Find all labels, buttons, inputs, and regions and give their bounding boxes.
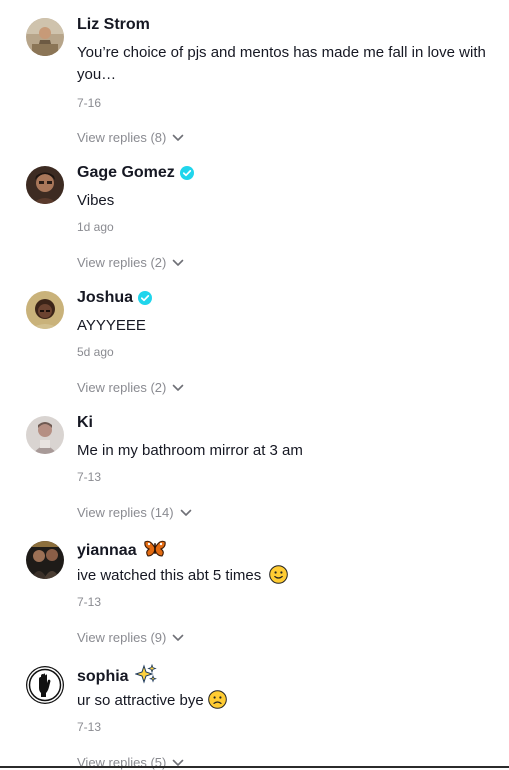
comment-text-content: ur so attractive bye [77, 692, 204, 709]
view-replies-label: View replies (2) [77, 255, 167, 270]
comment-date: 7-13 [77, 595, 102, 609]
avatar[interactable] [26, 18, 64, 56]
view-replies-button[interactable]: View replies (2) [77, 380, 184, 395]
comment-text: AYYYEEE [77, 317, 146, 334]
username-text[interactable]: Liz Strom [77, 16, 150, 34]
comment-date: 7-16 [77, 96, 102, 110]
verified-badge-icon [179, 166, 194, 180]
chevron-down-icon [172, 634, 184, 642]
view-replies-label: View replies (9) [77, 630, 167, 645]
slightly-frowning-face-icon [208, 690, 227, 716]
username-text[interactable]: Joshua [77, 289, 133, 307]
view-replies-label: View replies (8) [77, 130, 167, 145]
comment-text: Vibes [77, 192, 115, 209]
username-text[interactable]: yiannaa [77, 542, 137, 560]
avatar[interactable] [26, 416, 64, 454]
comment-text: ive watched this abt 5 times [77, 565, 487, 591]
avatar[interactable] [26, 291, 64, 329]
comment-text: ur so attractive bye [77, 690, 487, 716]
comment-username[interactable]: sophia [77, 663, 157, 689]
view-replies-button[interactable]: View replies (2) [77, 255, 184, 270]
username-text[interactable]: Gage Gomez [77, 164, 175, 182]
verified-badge-icon [138, 291, 153, 305]
comment-username[interactable]: Joshua [77, 289, 153, 307]
view-replies-button[interactable]: View replies (8) [77, 130, 184, 145]
comment-username[interactable]: Gage Gomez [77, 164, 194, 182]
comment-text: Me in my bathroom mirror at 3 am [77, 442, 303, 459]
avatar[interactable] [26, 166, 64, 204]
comment-text-content: ive watched this abt 5 times [77, 567, 262, 584]
bottom-divider [0, 766, 509, 768]
chevron-down-icon [172, 259, 184, 267]
view-replies-label: View replies (2) [77, 380, 167, 395]
comment-date: 7-13 [77, 470, 102, 484]
username-text[interactable]: sophia [77, 668, 129, 686]
comment-username[interactable]: Ki [77, 414, 93, 432]
comment-date: 5d ago [77, 345, 114, 359]
comment-date: 1d ago [77, 220, 114, 234]
view-replies-label: View replies (14) [77, 505, 174, 520]
comment-text: You’re choice of pjs and mentos has made… [77, 44, 486, 83]
avatar[interactable] [26, 541, 64, 579]
sparkles-emoji-icon [133, 663, 157, 689]
comment-username[interactable]: yiannaa [77, 539, 166, 562]
view-replies-button[interactable]: View replies (14) [77, 505, 192, 520]
view-replies-button[interactable]: View replies (9) [77, 630, 184, 645]
butterfly-emoji-icon [143, 539, 166, 562]
slightly-smiling-face-icon [269, 565, 289, 591]
comment-username[interactable]: Liz Strom [77, 16, 150, 34]
chevron-down-icon [172, 384, 184, 392]
comment-date: 7-13 [77, 720, 102, 734]
avatar[interactable] [26, 666, 64, 704]
chevron-down-icon [172, 134, 184, 142]
chevron-down-icon [180, 509, 192, 517]
username-text[interactable]: Ki [77, 414, 93, 432]
